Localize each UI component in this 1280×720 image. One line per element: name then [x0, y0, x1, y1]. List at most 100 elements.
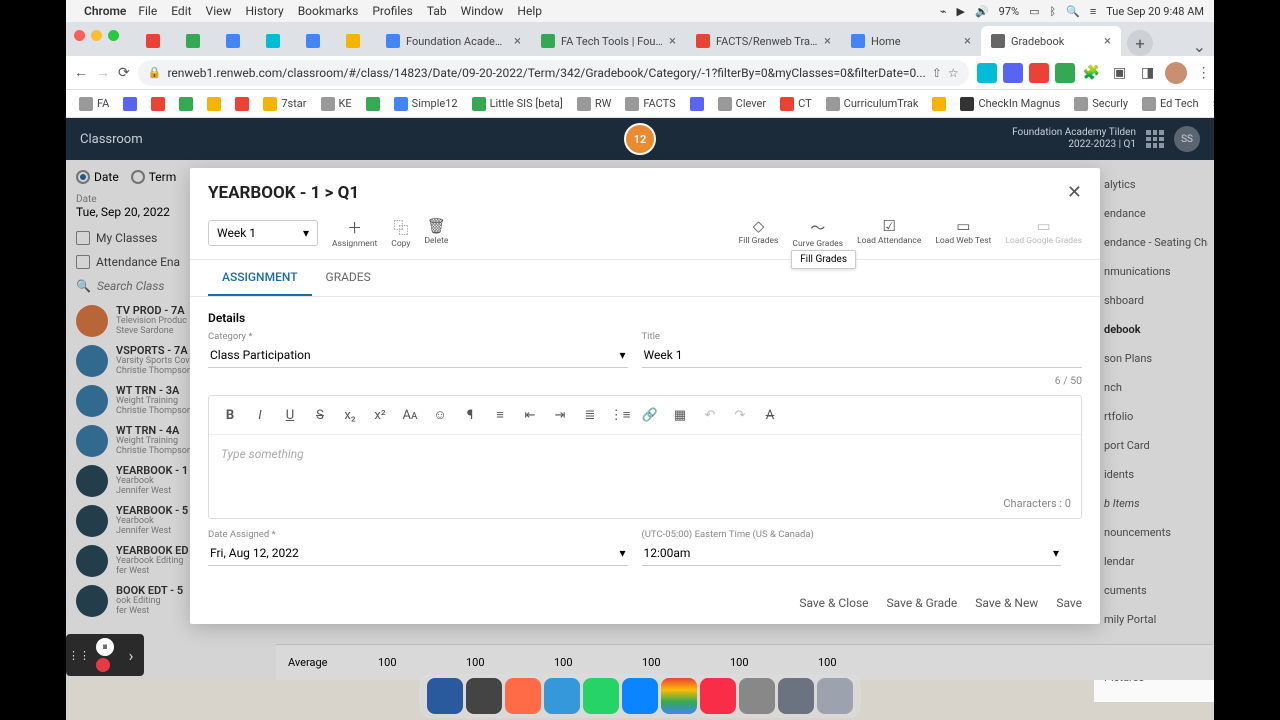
rec-menu[interactable]: ⋮⋮ — [70, 646, 88, 664]
new-tab-button[interactable]: + — [1127, 30, 1153, 56]
undo-button[interactable]: ↶ — [697, 402, 723, 428]
ordered-list-button[interactable]: ≣ — [577, 402, 603, 428]
tab-assignment[interactable]: ASSIGNMENT — [208, 260, 312, 296]
rec-next[interactable]: › — [122, 646, 140, 664]
redo-button[interactable]: ↷ — [727, 402, 753, 428]
curve-grades-button[interactable]: 〜Curve Grades — [792, 217, 843, 249]
close-icon[interactable]: × — [824, 34, 831, 49]
tabs-dropdown[interactable]: ⌄ — [1193, 37, 1206, 56]
copy-button[interactable]: ⿻Copy — [391, 217, 410, 249]
save-button[interactable]: Save — [1056, 596, 1082, 610]
tab-foundation[interactable]: Foundation Academy× — [376, 26, 531, 56]
share-icon[interactable]: ⇧ — [932, 66, 942, 80]
load-attendance-button[interactable]: ☑Load Attendance — [857, 217, 921, 249]
close-icon[interactable]: × — [964, 34, 971, 49]
sidepanel-icon[interactable]: ◨ — [1137, 62, 1159, 84]
save-close-button[interactable]: Save & Close — [799, 596, 868, 610]
time-input[interactable]: 12:00am▾ — [642, 541, 1062, 566]
apps-grid-icon[interactable] — [1146, 130, 1164, 148]
menu-app-name[interactable]: Chrome — [84, 4, 126, 18]
load-google-grades-button[interactable]: ▭Load Google Grades — [1005, 217, 1082, 249]
dock-messages[interactable] — [583, 678, 619, 714]
bm-edtech[interactable]: Ed Tech — [1137, 95, 1204, 113]
chrome-menu[interactable]: ⋮ — [1193, 62, 1215, 84]
align-button[interactable]: ≡ — [487, 402, 513, 428]
cast-icon[interactable]: ▣ — [1109, 62, 1131, 84]
ext-2[interactable] — [1003, 63, 1023, 83]
menu-file[interactable]: File — [138, 4, 157, 18]
bm-7star[interactable]: 7star — [258, 95, 311, 113]
bm-ct[interactable]: CT — [775, 95, 817, 113]
forward-button[interactable]: → — [96, 62, 110, 84]
clear-format-button[interactable]: A — [757, 402, 783, 428]
bluetooth-icon[interactable]: ᛒ — [1050, 5, 1057, 18]
minimize-window[interactable] — [91, 30, 102, 41]
outdent-button[interactable]: ⇥ — [547, 402, 573, 428]
dock-trash[interactable] — [817, 678, 853, 714]
save-new-button[interactable]: Save & New — [975, 596, 1038, 610]
bm-3[interactable] — [174, 95, 198, 113]
tab-0b[interactable] — [176, 26, 216, 56]
rec-pause[interactable]: ⏸ — [96, 638, 114, 656]
close-icon[interactable]: × — [514, 34, 521, 49]
tab-facts[interactable]: FACTS/Renweb Trainin× — [686, 26, 841, 56]
back-button[interactable]: ← — [74, 62, 88, 84]
wifi-icon[interactable]: ⌁ — [940, 5, 947, 18]
screen-recorder[interactable]: ⋮⋮ ⏸ › — [66, 634, 144, 676]
table-button[interactable]: ▦ — [667, 402, 693, 428]
maximize-window[interactable] — [108, 30, 119, 41]
bm-checkin[interactable]: CheckIn Magnus — [955, 95, 1065, 113]
delete-button[interactable]: 🗑Delete — [424, 217, 448, 249]
search-icon[interactable]: 🔍 — [1066, 5, 1080, 18]
close-icon[interactable]: × — [669, 34, 676, 49]
tab-fatech[interactable]: FA Tech Tools | Found× — [531, 26, 686, 56]
menu-bookmarks[interactable]: Bookmarks — [298, 4, 359, 18]
close-icon[interactable]: ✕ — [1067, 182, 1082, 203]
close-icon[interactable]: × — [1104, 34, 1111, 49]
add-assignment-button[interactable]: ＋Assignment — [332, 217, 377, 249]
tab-0d[interactable] — [256, 26, 296, 56]
star-icon[interactable]: ☆ — [948, 66, 959, 80]
dock-music[interactable] — [700, 678, 736, 714]
dock-app[interactable] — [505, 678, 541, 714]
menu-tab[interactable]: Tab — [427, 4, 447, 18]
indent-button[interactable]: ⇤ — [517, 402, 543, 428]
tab-home[interactable]: Home× — [841, 26, 981, 56]
tab-grades[interactable]: GRADES — [312, 260, 385, 296]
superscript-button[interactable]: x² — [367, 402, 393, 428]
airplay-icon[interactable]: ▶ — [957, 5, 965, 18]
date-assigned-input[interactable]: Fri, Aug 12, 2022▾ — [208, 541, 628, 566]
tab-0[interactable] — [136, 26, 176, 56]
bm-13[interactable] — [685, 95, 709, 113]
tab-gradebook[interactable]: Gradebook× — [981, 26, 1121, 56]
bm-simple12[interactable]: Simple12 — [389, 95, 463, 113]
menu-history[interactable]: History — [246, 4, 284, 18]
extensions-icon[interactable]: 🧩 — [1081, 62, 1103, 84]
volume-icon[interactable]: 🔊 — [975, 5, 989, 18]
control-center-icon[interactable]: ≡ — [1090, 5, 1096, 18]
dock-chrome[interactable] — [661, 678, 697, 714]
bold-button[interactable]: B — [217, 402, 243, 428]
bm-clever[interactable]: Clever — [713, 95, 771, 113]
bm-1[interactable] — [118, 95, 142, 113]
subscript-button[interactable]: x₂ — [337, 402, 363, 428]
italic-button[interactable]: I — [247, 402, 273, 428]
menu-help[interactable]: Help — [517, 4, 542, 18]
load-web-test-button[interactable]: ▭Load Web Test — [935, 217, 991, 249]
title-input[interactable]: Week 1 — [642, 343, 1082, 368]
user-avatar[interactable]: SS — [1174, 126, 1200, 152]
tab-0c[interactable] — [216, 26, 256, 56]
bm-overflow[interactable]: » — [1208, 95, 1214, 112]
menu-window[interactable]: Window — [461, 4, 504, 18]
menu-edit[interactable]: Edit — [171, 4, 191, 18]
rec-stop[interactable] — [96, 658, 110, 672]
tab-0f[interactable] — [336, 26, 376, 56]
ext-1[interactable] — [977, 63, 997, 83]
dock-settings[interactable] — [466, 678, 502, 714]
bm-2[interactable] — [146, 95, 170, 113]
fill-grades-button[interactable]: ◇Fill Grades — [739, 217, 779, 249]
bm-17[interactable] — [927, 95, 951, 113]
link-button[interactable]: 🔗 — [637, 402, 663, 428]
reload-button[interactable]: ⟳ — [118, 62, 130, 84]
ext-3[interactable] — [1029, 63, 1049, 83]
